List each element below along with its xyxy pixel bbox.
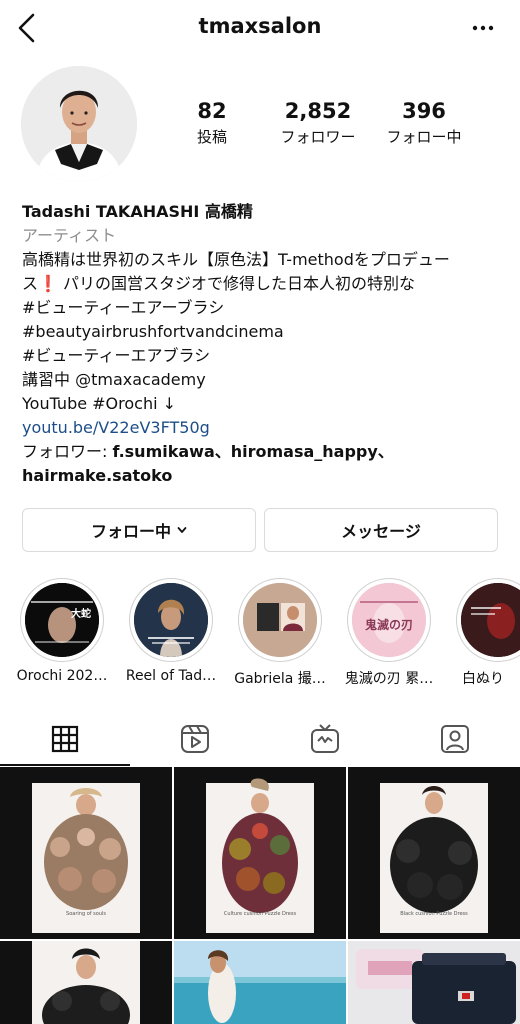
- profile-display-name: Tadashi TAKAHASHI 高橋精: [22, 202, 253, 221]
- chevron-down-icon: [177, 527, 187, 533]
- bio-line: 講習中 @tmaxacademy: [22, 370, 206, 389]
- grid-post[interactable]: Soaring of souls: [0, 767, 172, 939]
- igtv-icon: [311, 724, 339, 753]
- posts-stat: 82 投稿: [162, 98, 262, 147]
- followers-stat[interactable]: 2,852 フォロワー: [268, 98, 368, 147]
- message-button-label: メッセージ: [341, 522, 421, 541]
- bio-text: ス: [22, 274, 39, 293]
- followers-label: フォロワー: [280, 128, 356, 146]
- exclamation-emoji: ❗: [38, 274, 58, 293]
- story-highlight[interactable]: 大蛇: [20, 578, 104, 662]
- grid-post[interactable]: Culture cushion Puzzle Dress: [174, 767, 346, 939]
- story-highlight[interactable]: [129, 578, 213, 662]
- followed-by-prefix: フォロワー:: [22, 442, 113, 461]
- message-button[interactable]: メッセージ: [264, 508, 498, 552]
- following-label: フォロー中: [386, 128, 462, 146]
- tab-reels[interactable]: [130, 712, 260, 766]
- tab-posts-grid[interactable]: [0, 712, 130, 766]
- reels-icon: [181, 725, 209, 753]
- bio-line: ス❗ パリの国営スタジオで修得した日本人初の特別な: [22, 272, 502, 296]
- following-button-label: フォロー中: [90, 522, 171, 541]
- bio-text: パリの国営スタジオで修得した日本人初の特別な: [57, 274, 416, 293]
- bio-link[interactable]: youtu.be/V22eV3FT50g: [22, 416, 502, 440]
- post-caption: Culture cushion Puzzle Dress: [223, 911, 297, 917]
- post-thumbnail: [0, 941, 172, 1024]
- tab-tagged[interactable]: [390, 712, 520, 766]
- bio-hashtag[interactable]: #ビューティーエアーブラシ: [22, 296, 502, 320]
- bio-hashtag[interactable]: #beautyairbrushfortvandcinema: [22, 320, 502, 344]
- active-tab-indicator: [0, 764, 130, 766]
- followers-count: 2,852: [284, 99, 352, 123]
- highlight-cover: [134, 583, 208, 657]
- story-highlight[interactable]: 鬼滅の刃: [347, 578, 431, 662]
- more-options-icon[interactable]: [472, 20, 494, 36]
- post-thumbnail: [348, 941, 520, 1024]
- highlight-label: Orochi 202…: [16, 668, 108, 684]
- post-thumbnail: [174, 941, 346, 1024]
- grid-post[interactable]: [0, 941, 172, 1024]
- bio-line: YouTube #Orochi ↓: [22, 394, 177, 413]
- bio-hashtag[interactable]: #ビューティーエアブラシ: [22, 344, 502, 368]
- followed-by-names[interactable]: hairmake.satoko: [22, 464, 502, 488]
- post-caption: Soaring of souls: [66, 911, 106, 917]
- grid-icon: [51, 725, 79, 753]
- highlight-overlay-text: 鬼滅の刃: [365, 617, 413, 632]
- highlight-cover: 大蛇: [25, 583, 99, 657]
- followed-by[interactable]: フォロワー: f.sumikawa、hiromasa_happy、: [22, 440, 502, 464]
- story-highlight[interactable]: [456, 578, 520, 662]
- profile-tab-bar: [0, 712, 520, 766]
- profile-bio: Tadashi TAKAHASHI 高橋精 アーティスト 高橋精は世界初のスキル…: [22, 200, 502, 488]
- tagged-person-icon: [441, 725, 469, 753]
- highlight-label: Gabriela 撮…: [234, 671, 326, 687]
- post-caption: Black cushion Puzzle Dress: [400, 911, 468, 917]
- profile-category: アーティスト: [22, 226, 117, 245]
- story-highlight[interactable]: [238, 578, 322, 662]
- following-count: 396: [402, 99, 446, 123]
- bio-line: 高橋精は世界初のスキル【原色法】T-methodをプロデュー: [22, 250, 450, 269]
- top-bar: tmaxsalon: [0, 0, 520, 60]
- posts-label: 投稿: [196, 128, 227, 146]
- tab-igtv[interactable]: [260, 712, 390, 766]
- grid-post[interactable]: Black cushion Puzzle Dress: [348, 767, 520, 939]
- following-button[interactable]: フォロー中: [22, 508, 256, 552]
- highlight-cover: [243, 583, 317, 657]
- highlight-cover: [461, 583, 520, 657]
- grid-post[interactable]: [174, 941, 346, 1024]
- highlight-label: Reel of Tad…: [125, 668, 217, 684]
- posts-count: 82: [197, 99, 227, 123]
- highlight-label: 白ぬり: [462, 671, 504, 687]
- profile-username: tmaxsalon: [198, 14, 322, 38]
- grid-post[interactable]: [348, 941, 520, 1024]
- followed-by-names: f.sumikawa、hiromasa_happy、: [112, 442, 394, 461]
- profile-avatar[interactable]: [21, 66, 137, 182]
- following-stat[interactable]: 396 フォロー中: [374, 98, 474, 147]
- highlight-overlay-text: 大蛇: [71, 607, 91, 620]
- highlight-label: 鬼滅の刃 累…: [344, 671, 434, 687]
- highlight-cover: 鬼滅の刃: [352, 583, 426, 657]
